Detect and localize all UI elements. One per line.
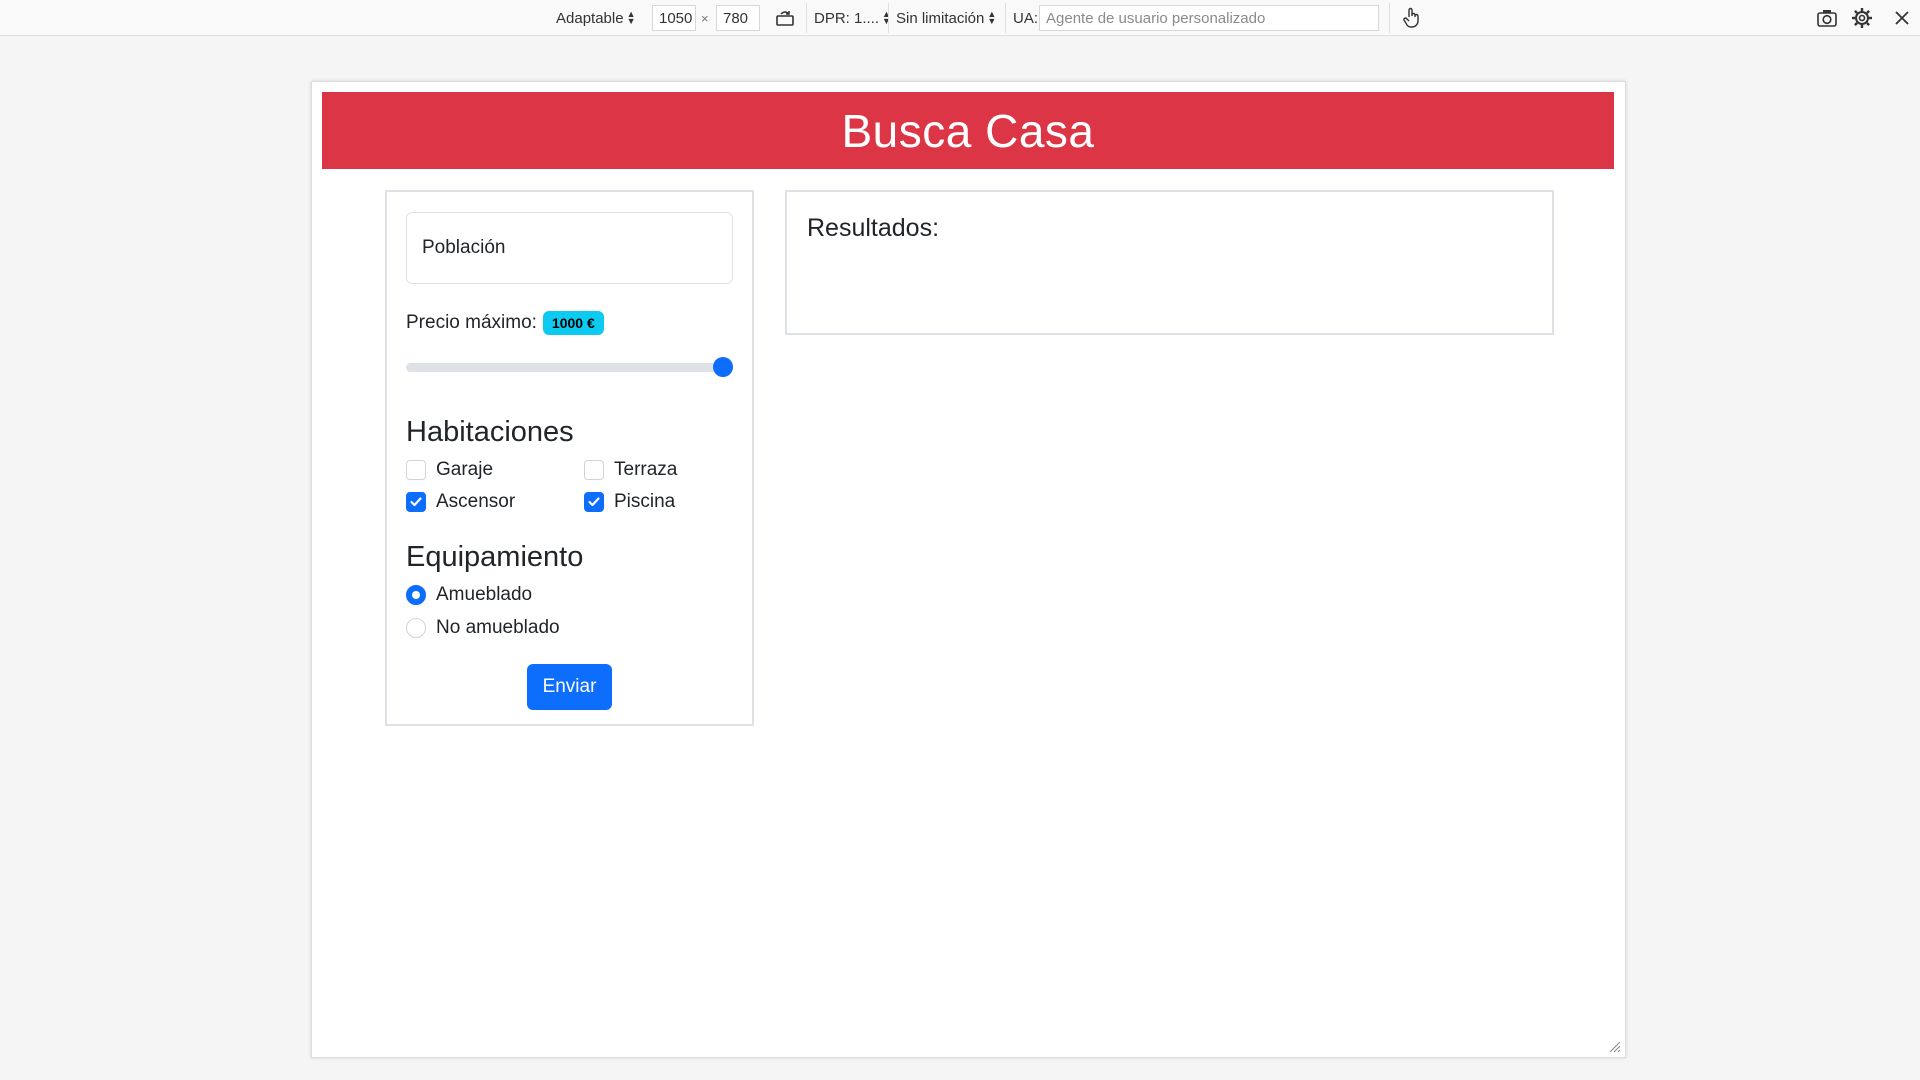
radio-label: No amueblado (436, 617, 560, 638)
dpr-select[interactable]: DPR: 1.... ▲ ▼ (814, 0, 891, 36)
dimension-separator: × (701, 10, 709, 26)
location-input[interactable]: Población (406, 212, 733, 284)
user-agent-placeholder: Agente de usuario personalizado (1046, 9, 1266, 27)
checkbox-box[interactable] (406, 492, 426, 512)
furnishing-radios: Amueblado No amueblado (406, 582, 733, 641)
select-arrows-icon: ▲ ▼ (882, 9, 891, 26)
throttling-select[interactable]: Sin limitación ▲ ▼ (896, 0, 996, 36)
settings-gear-icon[interactable] (1847, 3, 1877, 33)
select-arrows-icon: ▲ ▼ (626, 9, 636, 26)
close-icon[interactable] (1887, 3, 1917, 33)
results-panel: Resultados: (785, 190, 1554, 335)
touch-simulation-icon[interactable] (1396, 3, 1426, 33)
throttling-label: Sin limitación (896, 9, 985, 27)
page-header: Busca Casa (322, 92, 1614, 169)
checkbox-box[interactable] (584, 460, 604, 480)
price-label: Precio máximo: (406, 312, 537, 333)
page-title: Busca Casa (841, 104, 1095, 157)
user-agent-input[interactable]: Agente de usuario personalizado (1039, 5, 1379, 31)
slider-track (406, 363, 733, 372)
checkbox-terraza[interactable]: Terraza (584, 457, 734, 483)
checkmark-icon (588, 497, 600, 507)
select-arrows-icon: ▲ ▼ (987, 9, 997, 26)
slider-thumb[interactable] (713, 357, 733, 377)
checkmark-icon (410, 497, 422, 507)
ua-label: UA: (1013, 9, 1039, 27)
rooms-heading: Habitaciones (406, 416, 574, 448)
viewport-width-input[interactable]: 1050 (652, 5, 696, 31)
checkbox-label: Garaje (436, 459, 494, 480)
filter-panel: Población Precio máximo: 1000 € Habitaci… (385, 190, 754, 726)
device-mode-label: Adaptable (556, 9, 624, 27)
resize-grip-icon[interactable] (1607, 1039, 1621, 1053)
checkbox-label: Terraza (614, 459, 678, 480)
price-row: Precio máximo: 1000 € (406, 311, 733, 335)
screenshot-camera-icon[interactable] (1812, 3, 1842, 33)
radio-amueblado[interactable]: Amueblado (406, 582, 733, 608)
price-slider[interactable] (406, 357, 733, 377)
price-badge: 1000 € (542, 311, 604, 335)
checkbox-piscina[interactable]: Piscina (584, 489, 734, 515)
checkbox-box[interactable] (406, 460, 426, 480)
radio-button[interactable] (406, 585, 426, 605)
viewport-width-value: 1050 (659, 9, 693, 27)
equipment-heading: Equipamiento (406, 541, 584, 573)
viewport-height-input[interactable]: 780 (716, 5, 760, 31)
responsive-toolbar: Adaptable ▲ ▼ 1050 × 780 DPR: 1.... ▲ ▼ Si… (0, 0, 1920, 36)
radio-label: Amueblado (436, 584, 533, 605)
results-title: Resultados: (807, 214, 940, 242)
dpr-label: DPR: 1.... (814, 9, 880, 27)
checkbox-box[interactable] (584, 492, 604, 512)
checkbox-label: Ascensor (436, 491, 516, 512)
location-placeholder: Población (422, 237, 506, 258)
amenities-checkboxes: Garaje Terraza Ascensor Piscina (406, 457, 733, 515)
checkbox-garaje[interactable]: Garaje (406, 457, 584, 483)
checkbox-ascensor[interactable]: Ascensor (406, 489, 584, 515)
checkbox-label: Piscina (614, 491, 676, 512)
radio-no-amueblado[interactable]: No amueblado (406, 615, 733, 641)
responsive-viewport: Busca Casa Población Precio máximo: 1000… (311, 81, 1626, 1058)
device-mode-select[interactable]: Adaptable ▲ ▼ (556, 0, 635, 36)
submit-button[interactable]: Enviar (527, 664, 612, 710)
viewport-height-value: 780 (723, 9, 749, 27)
rotate-viewport-icon[interactable] (770, 3, 800, 33)
radio-button[interactable] (406, 618, 426, 638)
